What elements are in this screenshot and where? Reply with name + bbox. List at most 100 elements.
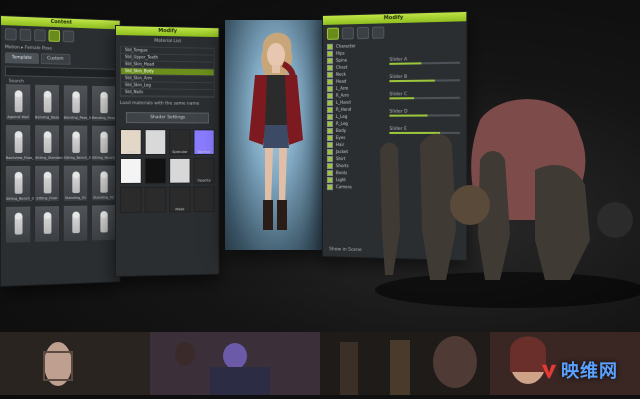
texture-slot[interactable] [120,187,142,213]
material-row[interactable]: Std_Nails [121,89,214,97]
refresh-icon[interactable] [63,30,74,42]
texture-slot[interactable] [193,186,214,212]
slider-fill [389,62,420,65]
pose-thumbnail[interactable]: Sitting_Standard [34,124,60,162]
visibility-checkbox[interactable] [327,85,333,91]
pose-thumbnail[interactable] [91,204,116,241]
texture-slot[interactable] [145,187,167,213]
pose-figure-icon [72,172,80,194]
texture-slot[interactable] [145,129,167,155]
texture-slot[interactable]: Specular [169,129,190,155]
show-in-scene[interactable]: Show in Scene [329,247,362,253]
pose-figure-icon [14,172,22,194]
pose-thumbnail[interactable]: Backview_Pose_03 [5,124,31,162]
visibility-checkbox[interactable] [327,156,333,162]
content-panel: Content Motion ▸ Female Pose Template Cu… [0,15,121,287]
scene-tree-label: Eyes [336,135,345,140]
visibility-checkbox[interactable] [327,184,333,190]
pose-thumbnail[interactable] [34,205,60,243]
visibility-checkbox[interactable] [327,71,333,77]
pose-label: Sitting_Bench_02 [92,156,115,160]
list-icon[interactable] [34,29,46,41]
pose-figure-icon [72,212,80,234]
visibility-checkbox[interactable] [327,99,333,105]
visibility-checkbox[interactable] [327,78,333,84]
visibility-checkbox[interactable] [327,50,333,56]
scene-tree-label: Light [336,177,346,182]
pose-label: Sitting_Bench_03 [6,197,30,201]
scene-tree-label: Body [336,128,346,133]
woman-purple-tile[interactable] [150,332,321,395]
folder-icon[interactable] [5,28,17,40]
pose-grid: Against Wall Bending_Base Bending_Pose_01 B… [1,79,120,248]
pose-label [35,240,59,241]
visibility-checkbox[interactable] [327,134,333,140]
pose-label: Backview_Pose_03 [6,156,30,160]
visibility-checkbox[interactable] [327,92,333,98]
visibility-checkbox[interactable] [327,43,333,49]
pose-figure-icon [14,131,22,153]
pose-thumbnail[interactable]: Sitting_Floor [34,165,60,203]
pose-thumbnail[interactable]: Sitting_Bench_01 [63,124,88,161]
visibility-checkbox[interactable] [327,170,333,176]
pose-figure-icon [43,91,51,113]
pose-thumbnail[interactable]: Against Wall [5,83,31,121]
viewport[interactable] [225,20,325,250]
visibility-checkbox[interactable] [327,120,333,126]
visibility-checkbox[interactable] [327,127,333,133]
tab-template[interactable]: Template [5,52,39,64]
pose-thumbnail[interactable]: Sitting_Bench_02 [91,125,116,162]
morph-slider[interactable] [389,62,460,65]
scene-tree-label: R_Arm [336,93,349,98]
warrior-tile[interactable] [320,332,491,395]
texture-slot[interactable]: Mask [169,187,190,213]
character-lineup [360,90,640,310]
grid-icon[interactable] [20,29,32,41]
visibility-checkbox[interactable] [327,57,333,63]
watermark: 映维网 [540,357,618,383]
search-input[interactable]: Search [5,66,116,78]
shader-settings-button[interactable]: Shader Settings [126,112,209,123]
modify-panel: Modify Material List Std_Tongue Std_Upper… [115,25,219,277]
texture-slot[interactable] [145,158,167,184]
visibility-checkbox[interactable] [327,149,333,155]
texture-slot[interactable] [120,158,142,184]
visibility-checkbox[interactable] [327,64,333,70]
pose-label: Sitting_Bench_01 [64,156,88,160]
pose-thumbnail[interactable]: Bending_Pose_01 [63,84,88,122]
pose-label: Bending_Pose_02 [92,116,115,120]
scene-tree-label: Shorts [336,163,349,168]
visibility-checkbox[interactable] [327,142,333,148]
pose-thumbnail[interactable] [63,205,88,243]
pose-figure-icon [100,92,107,113]
face-render [0,332,150,395]
character-render [225,20,325,250]
morph-slider-group: Slider B [389,74,460,82]
morph-slider[interactable] [389,79,460,82]
texture-slot[interactable] [169,158,190,184]
pose-thumbnail[interactable]: Bending_Base [34,84,60,122]
pose-label [92,239,115,240]
pose-figure-icon [43,172,51,194]
visibility-checkbox[interactable] [327,163,333,169]
texture-slot[interactable]: Normal [193,129,214,155]
visibility-checkbox[interactable] [327,106,333,112]
texture-slot[interactable]: Opacity [193,158,214,184]
pose-thumbnail[interactable]: Standing_02 [91,165,116,202]
animation-icon[interactable] [342,27,354,39]
pose-thumbnail[interactable]: Sitting_Bench_03 [5,165,31,203]
pose-icon[interactable] [49,30,60,42]
pose-thumbnail[interactable]: Standing_01 [63,165,88,202]
material-icon[interactable] [357,27,369,39]
settings-icon[interactable] [372,26,384,38]
texture-slot[interactable]: Base [120,129,142,155]
pose-label: Sitting_Floor [35,196,59,200]
face-tile[interactable] [0,332,151,395]
tab-custom[interactable]: Custom [40,53,70,65]
visibility-checkbox[interactable] [327,113,333,119]
morph-icon[interactable] [327,28,339,40]
pose-thumbnail[interactable]: Bending_Pose_02 [91,85,116,122]
scene-tree-label: L_Leg [336,114,347,119]
visibility-checkbox[interactable] [327,177,333,183]
pose-thumbnail[interactable] [5,205,31,243]
